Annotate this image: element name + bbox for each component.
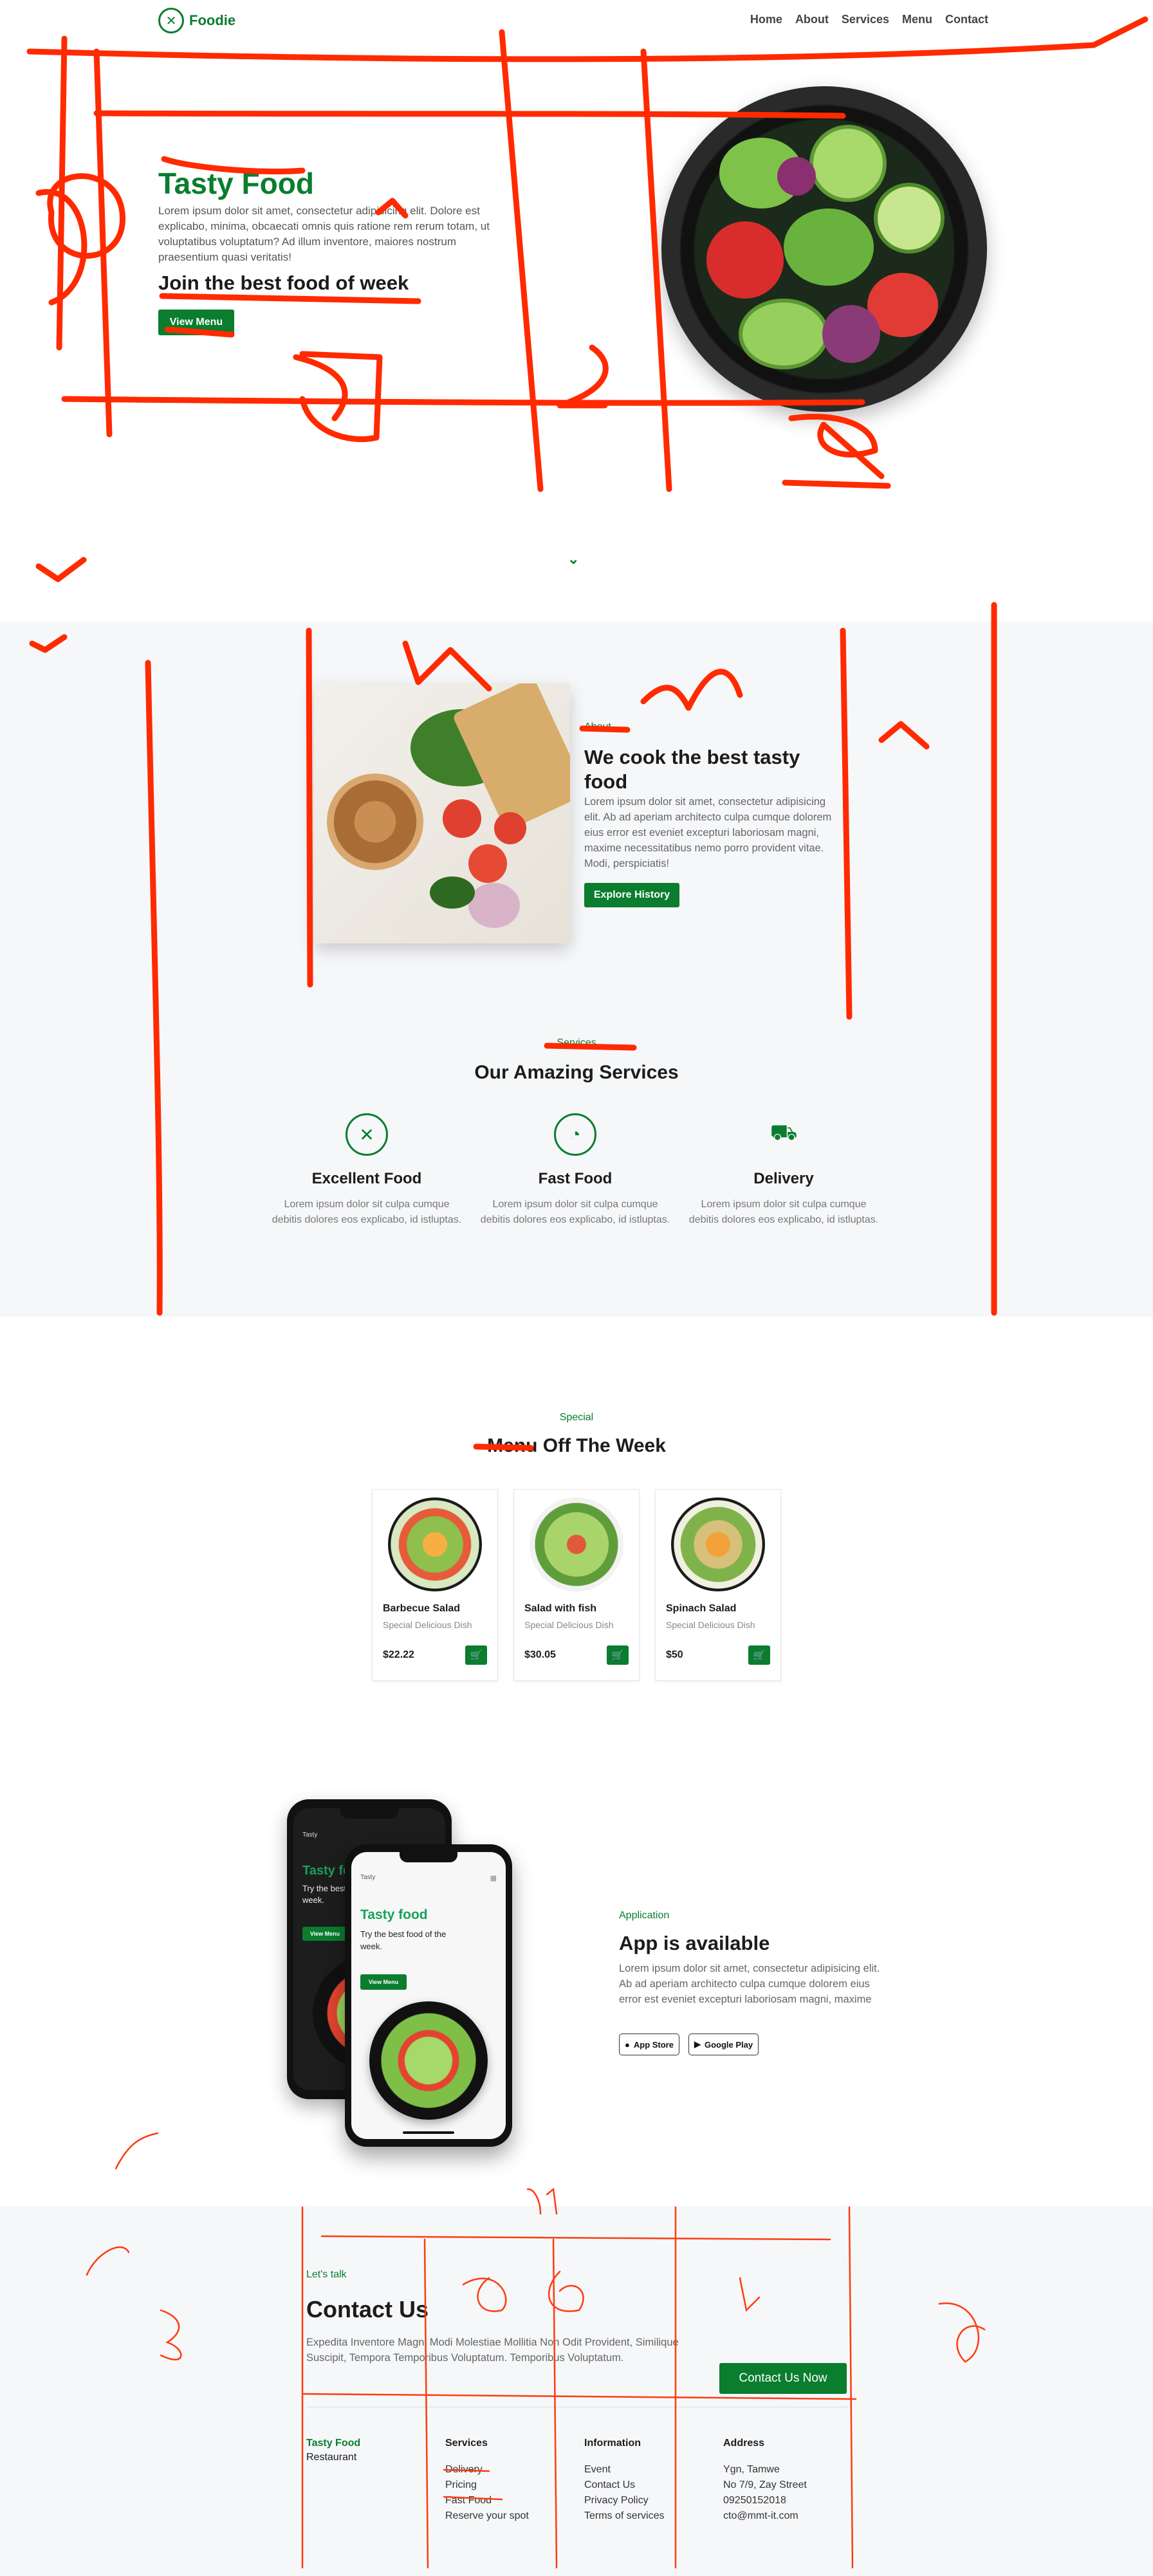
about-title: We cook the best tasty food: [584, 746, 800, 793]
service-desc: Lorem ipsum dolor sit culpa cumque debit…: [688, 1199, 879, 1225]
contact-title: Contact Us: [306, 2296, 429, 2322]
hero-subtitle: Join the best food of week: [158, 272, 409, 294]
about-text: Lorem ipsum dolor sit amet, consectetur …: [584, 796, 832, 869]
services-label: Services: [557, 1037, 596, 1048]
hero-title: Tasty Food: [158, 167, 314, 200]
cart-icon[interactable]: 🛒: [465, 1645, 487, 1665]
footer-link[interactable]: Privacy Policy: [584, 2493, 664, 2508]
main-nav: Home About Services Menu Contact: [750, 13, 988, 26]
delivery-truck-icon: ⛟: [770, 1120, 798, 1145]
dish-price: $22.22: [383, 1649, 414, 1660]
dish-name: Barbecue Salad: [383, 1603, 461, 1614]
service-desc: Lorem ipsum dolor sit culpa cumque debit…: [272, 1199, 462, 1225]
nav-services[interactable]: Services: [842, 13, 889, 26]
hero-text: Lorem ipsum dolor sit amet, consectetur …: [158, 205, 490, 263]
menu-card: Barbecue Salad Special Delicious Dish $2…: [372, 1489, 498, 1681]
footer-link[interactable]: Event: [584, 2462, 664, 2478]
dish-name: Salad with fish: [524, 1603, 597, 1614]
google-play-label: Google Play: [705, 2039, 753, 2050]
pizza-icon: ◔: [554, 1113, 596, 1156]
footer-link[interactable]: Pricing: [445, 2478, 529, 2493]
service-name: Excellent Food: [311, 1170, 422, 1187]
menu-card: Salad with fish Special Delicious Dish $…: [513, 1489, 640, 1681]
services-title: Our Amazing Services: [474, 1062, 679, 1083]
dish-image: [530, 1497, 623, 1591]
phone-grid-icon: ▦: [490, 1875, 497, 1882]
nav-menu[interactable]: Menu: [902, 13, 932, 26]
fork-knife-icon: ✕: [346, 1113, 388, 1156]
app-store-button[interactable]: ● App Store: [619, 2034, 679, 2055]
service-name: Delivery: [753, 1170, 814, 1187]
app-title: App is available: [619, 1932, 770, 1954]
dish-name: Spinach Salad: [666, 1603, 737, 1614]
nav-about[interactable]: About: [795, 13, 829, 26]
phone-view-menu-button: View Menu: [302, 1927, 347, 1941]
contact-us-now-button[interactable]: Contact Us Now: [719, 2363, 847, 2394]
phone-title: Tasty food: [360, 1907, 428, 1922]
app-store-label: App Store: [633, 2039, 674, 2050]
cart-icon[interactable]: 🛒: [748, 1645, 770, 1665]
dish-price: $30.05: [524, 1649, 556, 1660]
play-icon: ▶: [694, 2039, 701, 2049]
phone-text: Try the best food of the week.: [360, 1929, 447, 1951]
footer-link[interactable]: Fast Food: [445, 2493, 529, 2508]
service-card: ◔ Fast Food Lorem ipsum dolor sit culpa …: [472, 1113, 678, 1228]
brand-name: Foodie: [189, 12, 236, 28]
dish-image: [388, 1497, 482, 1591]
phone-view-menu-button: View Menu: [360, 1974, 407, 1990]
dish-image: [671, 1497, 765, 1591]
menu-title: Menu Off The Week: [487, 1435, 666, 1456]
app-text: Lorem ipsum dolor sit amet, consectetur …: [619, 1963, 880, 2005]
footer-services-title: Services: [445, 2438, 488, 2449]
footer-link[interactable]: Reserve your spot: [445, 2508, 529, 2524]
address-line: No 7/9, Zay Street: [723, 2479, 807, 2490]
nav-contact[interactable]: Contact: [945, 13, 988, 26]
phone-mockup-front: Tasty ▦ Tasty food Try the best food of …: [345, 1844, 512, 2147]
explore-history-button[interactable]: Explore History: [584, 883, 679, 907]
service-card: ✕ Excellent Food Lorem ipsum dolor sit c…: [264, 1113, 470, 1228]
address-line: cto@mmt-it.com: [723, 2510, 798, 2521]
footer-address: Address Ygn, Tamwe No 7/9, Zay Street 09…: [723, 2438, 807, 2524]
fork-knife-logo-icon: ✕: [158, 8, 184, 33]
address-line: 09250152018: [723, 2495, 786, 2506]
contact-text: Expedita Inventore Magni Modi Molestiae …: [306, 2337, 679, 2364]
footer-services: Services Delivery Pricing Fast Food Rese…: [445, 2438, 529, 2524]
contact-footer-section: [0, 2206, 1153, 2576]
dish-subtitle: Special Delicious Dish: [383, 1620, 472, 1630]
view-menu-button[interactable]: View Menu: [158, 310, 234, 335]
footer-link[interactable]: Delivery: [445, 2462, 529, 2478]
footer-brand-sub: Restaurant: [306, 2452, 357, 2463]
service-desc: Lorem ipsum dolor sit culpa cumque debit…: [480, 1199, 670, 1225]
menu-label: Special: [559, 1412, 594, 1423]
footer-brand: Tasty Food Restaurant: [306, 2438, 360, 2463]
dish-subtitle: Special Delicious Dish: [524, 1620, 614, 1630]
brand-logo-link[interactable]: ✕ Foodie: [158, 8, 235, 33]
footer-information: Information Event Contact Us Privacy Pol…: [584, 2438, 664, 2524]
google-play-button[interactable]: ▶ Google Play: [688, 2034, 759, 2055]
about-label: About: [584, 721, 611, 732]
footer-address-title: Address: [723, 2438, 765, 2449]
contact-label: Let's talk: [306, 2269, 347, 2280]
dish-subtitle: Special Delicious Dish: [666, 1620, 755, 1630]
menu-card: Spinach Salad Special Delicious Dish $50…: [655, 1489, 781, 1681]
about-food-image: [314, 683, 570, 943]
dish-price: $50: [666, 1649, 683, 1660]
salad-plate-image: [661, 86, 987, 412]
apple-icon: ●: [625, 2039, 630, 2050]
footer-info-title: Information: [584, 2438, 641, 2449]
service-card: ⛟ Delivery Lorem ipsum dolor sit culpa c…: [681, 1113, 887, 1228]
cart-icon[interactable]: 🛒: [607, 1645, 629, 1665]
service-name: Fast Food: [538, 1170, 613, 1187]
footer-brand-name[interactable]: Tasty Food: [306, 2438, 360, 2449]
footer-link[interactable]: Terms of services: [584, 2508, 664, 2524]
app-label: Application: [619, 1910, 670, 1921]
phone-brand: Tasty: [302, 1831, 318, 1839]
chevron-double-down-icon[interactable]: ⌄: [567, 551, 579, 568]
footer-link[interactable]: Contact Us: [584, 2478, 664, 2493]
phone-brand: Tasty: [360, 1874, 376, 1881]
nav-home[interactable]: Home: [750, 13, 782, 26]
address-line: Ygn, Tamwe: [723, 2464, 780, 2475]
